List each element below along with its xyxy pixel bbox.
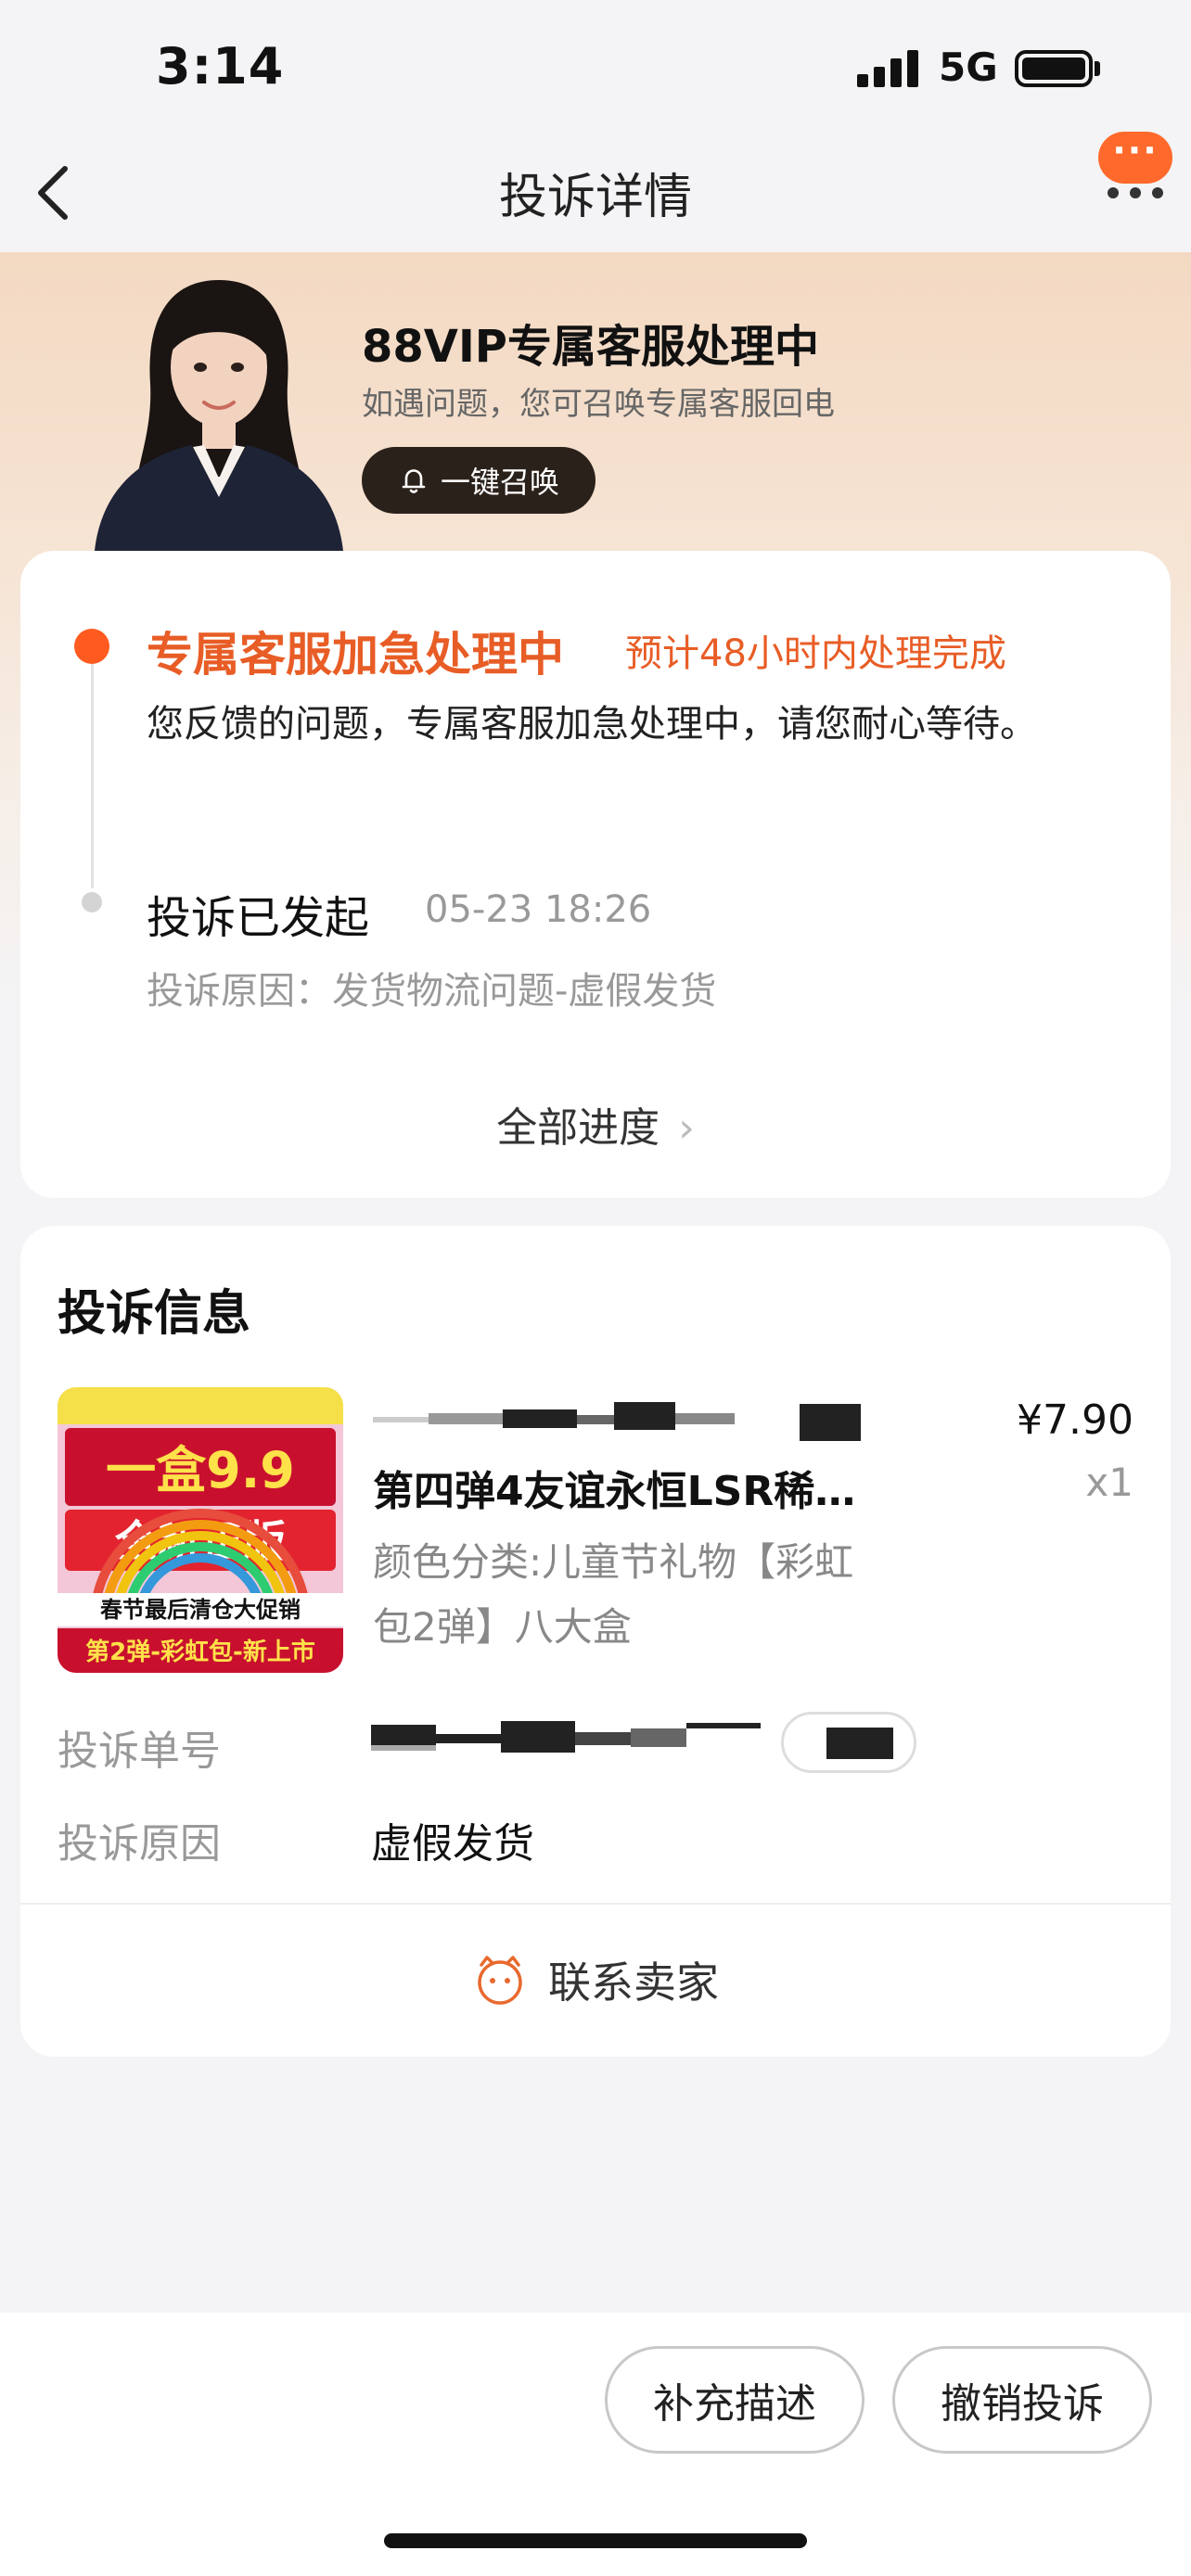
message-bubble-icon[interactable]: ··· bbox=[1098, 132, 1172, 184]
timeline-dot-active bbox=[74, 629, 109, 664]
contact-seller-button[interactable]: 联系卖家 bbox=[20, 1938, 1171, 2021]
progress-step-description: 您反馈的问题，专属客服加急处理中，请您耐心等待。 bbox=[147, 703, 1037, 746]
bell-icon bbox=[402, 469, 426, 493]
battery-icon bbox=[1015, 50, 1093, 87]
product-thumbnail[interactable]: 一盒9.9 全新正版 春节最后清仓大促销 第2弹-彩虹包-新上市 bbox=[58, 1387, 343, 1673]
divider bbox=[20, 1903, 1171, 1905]
network-type: 5G bbox=[939, 45, 998, 90]
chevron-right-icon: › bbox=[678, 1104, 695, 1152]
product-spec: 颜色分类:儿童节礼物【彩虹包2弹】八大盒 bbox=[373, 1539, 854, 1650]
copy-button[interactable] bbox=[781, 1712, 916, 1773]
summon-label: 一键召唤 bbox=[440, 465, 559, 500]
thumb-sale-text: 春节最后清仓大促销 bbox=[100, 1597, 301, 1623]
more-dots-icon[interactable] bbox=[1106, 184, 1165, 202]
complaint-reason-value: 虚假发货 bbox=[371, 1820, 534, 1868]
thumb-series-text: 第2弹-彩虹包-新上市 bbox=[85, 1638, 315, 1666]
complaint-number-label: 投诉单号 bbox=[58, 1728, 221, 1775]
shop-name-redacted bbox=[373, 1400, 864, 1447]
complaint-initiated-title: 投诉已发起 bbox=[147, 892, 370, 944]
complaint-number-redacted bbox=[371, 1721, 761, 1760]
timeline-line bbox=[91, 649, 94, 888]
all-progress-label: 全部进度 bbox=[496, 1104, 660, 1152]
signal-icon bbox=[857, 50, 920, 87]
battery-tip bbox=[1095, 61, 1100, 76]
home-indicator[interactable] bbox=[384, 2533, 807, 2548]
complaint-info-title: 投诉信息 bbox=[58, 1286, 251, 1342]
vip-service-title: 88VIP专属客服处理中 bbox=[362, 321, 819, 373]
all-progress-link[interactable]: 全部进度 › bbox=[20, 1094, 1171, 1154]
product-name[interactable]: 第四弹4友谊永恒LSR稀… bbox=[373, 1458, 892, 1517]
progress-step-title: 专属客服加急处理中 bbox=[147, 628, 564, 682]
thumb-price-text: 一盒9.9 bbox=[106, 1441, 295, 1499]
contact-seller-label: 联系卖家 bbox=[548, 1958, 719, 2008]
progress-step-eta: 预计48小时内处理完成 bbox=[625, 632, 1006, 675]
copy-label-redacted bbox=[826, 1728, 893, 1759]
vip-service-subtitle: 如遇问题，您可召唤专属客服回电 bbox=[362, 386, 835, 423]
product-price: ¥7.90 bbox=[1017, 1396, 1133, 1444]
supplement-description-button[interactable]: 补充描述 bbox=[605, 2346, 864, 2454]
complaint-initiated-time: 05-23 18:26 bbox=[425, 888, 652, 931]
complaint-initiated-reason: 投诉原因：发货物流问题-虚假发货 bbox=[147, 970, 717, 1013]
complaint-reason-label: 投诉原因 bbox=[58, 1820, 221, 1868]
seller-chat-icon bbox=[478, 1956, 522, 2005]
timeline-dot-inactive bbox=[82, 892, 102, 912]
page-title: 投诉详情 bbox=[498, 170, 692, 225]
summon-button[interactable]: 一键召唤 bbox=[362, 447, 596, 514]
withdraw-complaint-button[interactable]: 撤销投诉 bbox=[892, 2346, 1152, 2454]
agent-avatar bbox=[95, 280, 343, 551]
status-time: 3:14 bbox=[156, 37, 285, 96]
product-quantity: x1 bbox=[1085, 1460, 1133, 1505]
